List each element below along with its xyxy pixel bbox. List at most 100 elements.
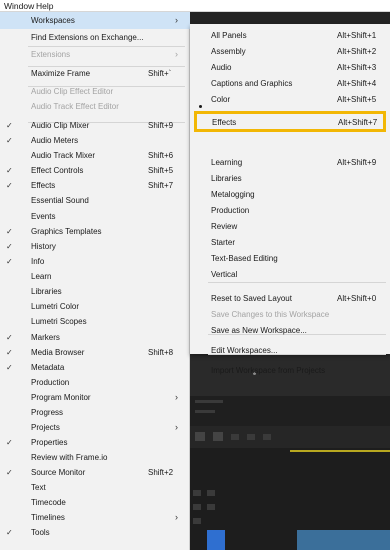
workspace-item-import-workspace-from-projects[interactable]: Import Workspace from Projects	[190, 362, 390, 378]
menu-item-label: Events	[31, 211, 56, 221]
menu-item-shortcut: Shift+2	[148, 468, 174, 478]
timecode-display	[195, 410, 215, 413]
workspace-item-shortcut: Alt+Shift+2	[337, 47, 377, 56]
app-background-panels	[185, 352, 390, 550]
workspace-item-label: Save Changes to this Workspace	[211, 310, 330, 319]
workspace-item-color[interactable]: Color Alt+Shift+5	[190, 91, 390, 107]
menu-item-shortcut: Shift+8	[148, 347, 174, 357]
menu-item-label: Timelines	[31, 513, 65, 523]
checkmark-icon: ✓	[6, 468, 13, 478]
menu-item-workspaces[interactable]: Workspaces ›	[0, 12, 190, 29]
menu-item-shortcut: Shift+`	[148, 68, 172, 78]
workspace-item-shortcut: Alt+Shift+1	[337, 31, 377, 40]
menu-window[interactable]: Window	[4, 1, 34, 11]
workspace-item-review[interactable]: Review	[190, 218, 390, 234]
menu-separator	[208, 282, 386, 283]
workspace-item-shortcut: Alt+Shift+9	[337, 158, 377, 167]
current-workspace-bullet-icon	[199, 105, 202, 108]
menu-item-label: Source Monitor	[31, 468, 86, 478]
menu-item-label: Effect Controls	[31, 166, 84, 176]
menu-item-label: Audio Meters	[31, 136, 79, 146]
workspace-item-label: Production	[211, 206, 250, 215]
menu-item-shortcut: Shift+5	[148, 166, 174, 176]
workspace-item-label: Edit Workspaces...	[211, 346, 278, 355]
workspace-item-label: Vertical	[211, 270, 238, 279]
menu-item-label: Tools	[31, 528, 50, 538]
workspace-item-edit-workspaces[interactable]: Edit Workspaces...	[190, 342, 390, 358]
checkmark-icon: ✓	[6, 241, 13, 251]
checkmark-icon: ✓	[6, 362, 13, 372]
window-menu: Workspaces › Find Extensions on Exchange..…	[0, 12, 190, 550]
sequence-name	[195, 400, 223, 403]
checkmark-icon: ✓	[6, 347, 13, 357]
menu-item-label: Audio Clip Effect Editor	[31, 87, 114, 97]
menu-item-extensions[interactable]: Extensions ›	[0, 46, 190, 63]
video-clip[interactable]	[297, 530, 390, 550]
menu-help[interactable]: Help	[36, 1, 53, 11]
effects-workspace-item-focused[interactable]: Effects Alt+Shift+7	[194, 111, 386, 132]
workspace-item-shortcut: Alt+Shift+4	[337, 79, 377, 88]
menu-item-label: Audio Track Effect Editor	[31, 102, 119, 112]
workspace-item-metalogging[interactable]: Metalogging	[190, 186, 390, 202]
workspace-item-label: Learning	[211, 158, 243, 167]
menu-item-label: Extensions	[31, 49, 71, 59]
workspace-item-shortcut: Alt+Shift+3	[337, 63, 377, 72]
workspaces-submenu: All Panels Alt+Shift+1 Assembly Alt+Shift+2…	[190, 24, 390, 375]
menu-item-label: Graphics Templates	[31, 226, 102, 236]
menu-item-maximize-frame[interactable]: Maximize Frame Shift+`	[0, 65, 190, 82]
menu-item-label: Properties	[31, 438, 68, 448]
work-area-bar	[290, 450, 390, 452]
menu-item-label: Audio Clip Mixer	[31, 121, 90, 131]
workspace-item-captions-and-graphics[interactable]: Captions and Graphics Alt+Shift+4	[190, 75, 390, 91]
menu-item-label: Essential Sound	[31, 196, 89, 206]
workspace-item-reset-to-saved-layout[interactable]: Reset to Saved Layout Alt+Shift+0	[190, 290, 390, 306]
workspace-item-label: Metalogging	[211, 190, 255, 199]
track-v1-lock-icon[interactable]	[193, 518, 201, 524]
workspace-item-assembly[interactable]: Assembly Alt+Shift+2	[190, 43, 390, 59]
workspace-item-all-panels[interactable]: All Panels Alt+Shift+1	[190, 27, 390, 43]
effects-workspace-shortcut: Alt+Shift+7	[338, 118, 378, 127]
linked-selection-icon[interactable]	[213, 432, 223, 441]
checkmark-icon: ✓	[6, 181, 13, 191]
menu-item-label: Find Extensions on Exchange...	[31, 32, 144, 42]
menu-item-label: Audio Track Mixer	[31, 151, 96, 161]
workspace-item-label: Starter	[211, 238, 236, 247]
menu-item-find-extensions-on-exchange[interactable]: Find Extensions on Exchange...	[0, 29, 190, 46]
workspace-item-vertical[interactable]: Vertical	[190, 266, 390, 282]
track-v2-eye-icon[interactable]	[207, 504, 215, 510]
menu-item-label: Text	[31, 483, 46, 493]
snap-icon[interactable]	[195, 432, 205, 441]
track-target-v1[interactable]	[207, 530, 225, 550]
captions-icon[interactable]	[263, 434, 271, 440]
add-marker-icon[interactable]	[231, 434, 239, 440]
menu-item-label: Workspaces	[31, 16, 75, 25]
menu-item-tools[interactable]: ✓ Tools	[0, 524, 190, 541]
track-v3-lock-icon[interactable]	[193, 490, 201, 496]
workspace-item-save-as-new-workspace[interactable]: Save as New Workspace...	[190, 322, 390, 338]
menu-item-lumetri-scopes[interactable]: Lumetri Scopes	[0, 313, 190, 330]
menu-item-label: Lumetri Scopes	[31, 316, 87, 326]
workspace-item-production[interactable]: Production	[190, 202, 390, 218]
wrench-icon[interactable]	[247, 434, 255, 440]
workspace-item-starter[interactable]: Starter	[190, 234, 390, 250]
checkmark-icon: ✓	[6, 226, 13, 236]
track-v3-eye-icon[interactable]	[207, 490, 215, 496]
track-v2-lock-icon[interactable]	[193, 504, 201, 510]
workspace-item-shortcut: Alt+Shift+5	[337, 95, 377, 104]
menu-item-audio-track-effect-editor[interactable]: Audio Track Effect Editor	[0, 98, 190, 115]
chevron-right-icon: ›	[175, 422, 178, 433]
menu-item-label: Lumetri Color	[31, 301, 80, 311]
workspace-item-learning[interactable]: Learning Alt+Shift+9	[190, 154, 390, 170]
menu-item-label: Maximize Frame	[31, 68, 91, 78]
menu-item-label: Timecode	[31, 498, 66, 508]
effects-workspace-label: Effects	[212, 118, 237, 127]
workspace-item-audio[interactable]: Audio Alt+Shift+3	[190, 59, 390, 75]
workspace-item-text-based-editing[interactable]: Text-Based Editing	[190, 250, 390, 266]
checkmark-icon: ✓	[6, 256, 13, 266]
chevron-right-icon: ›	[175, 15, 178, 25]
menu-item-label: Program Monitor	[31, 392, 91, 402]
workspace-item-save-changes-to-this-workspace[interactable]: Save Changes to this Workspace	[190, 306, 390, 322]
workspace-item-libraries[interactable]: Libraries	[190, 170, 390, 186]
chevron-right-icon: ›	[175, 48, 178, 59]
chevron-right-icon: ›	[175, 391, 178, 402]
